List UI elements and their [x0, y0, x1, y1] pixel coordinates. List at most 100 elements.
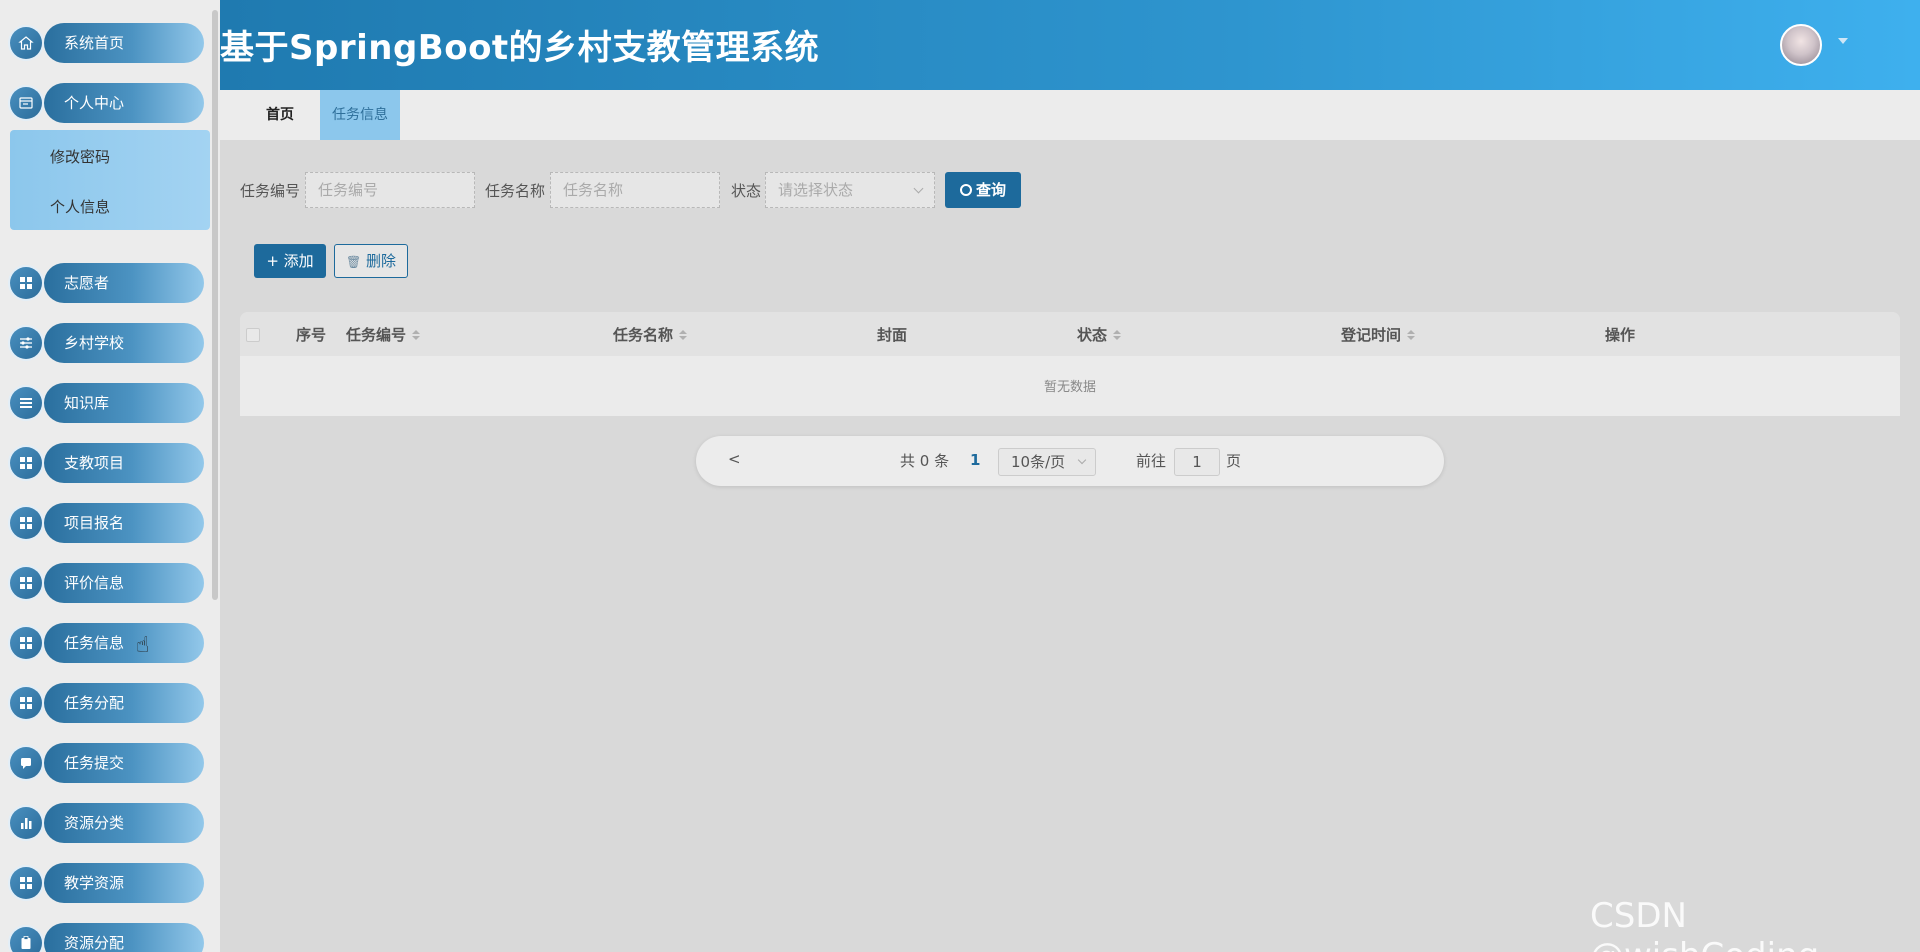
- chevron-down-icon: [1077, 455, 1087, 465]
- sidebar-item-label: 教学资源: [44, 863, 204, 903]
- column-header-label: 操作: [1605, 326, 1636, 344]
- sort-icon[interactable]: [412, 329, 421, 342]
- sort-icon[interactable]: [679, 329, 688, 342]
- sidebar-item-schools[interactable]: 乡村学校: [10, 322, 204, 363]
- sidebar-item-label: 系统首页: [44, 23, 204, 63]
- column-header-label: 任务编号: [346, 326, 407, 344]
- tab-task-info[interactable]: 任务信息: [320, 90, 400, 140]
- table-header: 序号 任务编号 任务名称 封面 状态 登记时间 操作: [240, 312, 1900, 356]
- profile-submenu: 修改密码 个人信息: [10, 130, 210, 230]
- sidebar-item-label: 志愿者: [44, 263, 204, 303]
- goto-page-input[interactable]: 1: [1174, 448, 1220, 476]
- watermark: CSDN @wishCoding: [1590, 896, 1819, 952]
- column-header-label: 序号: [296, 326, 327, 344]
- column-header-task-code[interactable]: 任务编号: [346, 324, 421, 345]
- sidebar-item-label: 任务信息: [44, 623, 204, 663]
- sort-icon[interactable]: [1113, 329, 1122, 342]
- search-icon: [959, 184, 972, 196]
- grid-icon: [10, 687, 42, 719]
- sidebar-item-label: 资源分配: [44, 923, 204, 952]
- page-number-current[interactable]: 1: [970, 451, 980, 469]
- delete-button[interactable]: 🗑 删除: [334, 244, 408, 278]
- chevron-down-icon: [913, 183, 924, 194]
- sidebar-item-profile[interactable]: 个人中心: [10, 82, 204, 123]
- column-header-label: 状态: [1077, 326, 1108, 344]
- sidebar-item-label: 评价信息: [44, 563, 204, 603]
- sidebar-item-home[interactable]: 系统首页: [10, 22, 204, 63]
- sidebar-scrollbar[interactable]: [212, 10, 218, 600]
- sidebar-item-resource-assign[interactable]: 资源分配: [10, 922, 204, 952]
- hand-cursor-icon: ☝: [136, 633, 150, 658]
- trash-icon: 🗑: [345, 255, 362, 269]
- sidebar-item-tasks[interactable]: 任务信息: [10, 622, 204, 663]
- column-header-status[interactable]: 状态: [1077, 324, 1122, 345]
- sidebar-item-label: 项目报名: [44, 503, 204, 543]
- sidebar-item-projects[interactable]: 支教项目: [10, 442, 204, 483]
- submenu-item-change-password[interactable]: 修改密码: [50, 146, 110, 167]
- tab-home[interactable]: 首页: [240, 90, 320, 140]
- sidebar-item-volunteers[interactable]: 志愿者: [10, 262, 204, 303]
- select-all-checkbox[interactable]: [246, 328, 260, 342]
- task-name-input[interactable]: 任务名称: [550, 172, 720, 208]
- status-label: 状态: [731, 182, 762, 200]
- add-button-label: 添加: [283, 252, 314, 270]
- plus-icon: +: [266, 252, 279, 270]
- delete-button-label: 删除: [366, 252, 397, 270]
- column-header-label: 任务名称: [613, 326, 674, 344]
- prev-page-button[interactable]: <: [728, 450, 741, 468]
- bar-chart-icon: [10, 807, 42, 839]
- column-header-index: 序号: [296, 324, 326, 345]
- task-code-label: 任务编号: [240, 182, 301, 200]
- goto-label: 前往: [1136, 452, 1167, 470]
- query-button-label: 查询: [975, 181, 1006, 199]
- empty-state-text: 暂无数据: [1043, 380, 1096, 395]
- column-header-created[interactable]: 登记时间: [1341, 324, 1416, 345]
- sidebar-item-resource-category[interactable]: 资源分类: [10, 802, 204, 843]
- sliders-icon: [10, 327, 42, 359]
- sidebar-item-task-submit[interactable]: 任务提交: [10, 742, 204, 783]
- task-code-input[interactable]: 任务编号: [305, 172, 475, 208]
- grid-icon: [10, 507, 42, 539]
- sidebar-item-registration[interactable]: 项目报名: [10, 502, 204, 543]
- grid-icon: [10, 447, 42, 479]
- header: 基于SpringBoot的乡村支教管理系统: [220, 0, 1920, 90]
- app-title: 基于SpringBoot的乡村支教管理系统: [220, 28, 820, 68]
- pagination: < 共 0 条 1 10条/页 前往 1 页: [696, 436, 1444, 486]
- status-select[interactable]: 请选择状态: [765, 172, 935, 208]
- goto-unit-label: 页: [1226, 452, 1242, 470]
- grid-icon: [10, 867, 42, 899]
- submenu-item-personal-info[interactable]: 个人信息: [50, 196, 110, 217]
- column-header-actions: 操作: [1605, 324, 1635, 345]
- page-size-value: 10条/页: [1011, 453, 1066, 471]
- column-header-label: 封面: [877, 326, 908, 344]
- grid-icon: [10, 567, 42, 599]
- status-select-placeholder: 请选择状态: [778, 181, 854, 199]
- chevron-down-icon[interactable]: [1838, 38, 1848, 44]
- column-header-label: 登记时间: [1341, 326, 1402, 344]
- profile-icon: [10, 87, 42, 119]
- query-button[interactable]: 查询: [945, 172, 1021, 208]
- total-count: 共 0 条: [900, 452, 950, 470]
- sort-icon[interactable]: [1407, 329, 1416, 342]
- sidebar-item-label: 个人中心: [44, 83, 204, 123]
- add-button[interactable]: + 添加: [254, 244, 326, 278]
- list-icon: [10, 387, 42, 419]
- grid-icon: [10, 627, 42, 659]
- sidebar-item-task-assign[interactable]: 任务分配: [10, 682, 204, 723]
- tab-bar: 首页 任务信息: [220, 90, 1920, 140]
- sidebar-item-teaching-resources[interactable]: 教学资源: [10, 862, 204, 903]
- page-size-select[interactable]: 10条/页: [998, 448, 1096, 476]
- clipboard-icon: [10, 927, 42, 952]
- sidebar-item-knowledge[interactable]: 知识库: [10, 382, 204, 423]
- avatar[interactable]: [1780, 24, 1822, 66]
- sidebar-item-label: 资源分类: [44, 803, 204, 843]
- sidebar-item-reviews[interactable]: 评价信息: [10, 562, 204, 603]
- column-header-task-name[interactable]: 任务名称: [613, 324, 688, 345]
- sidebar-item-label: 知识库: [44, 383, 204, 423]
- task-name-label: 任务名称: [485, 182, 546, 200]
- sidebar-item-label: 乡村学校: [44, 323, 204, 363]
- sidebar-item-label: 任务分配: [44, 683, 204, 723]
- sidebar: 系统首页 个人中心 修改密码 个人信息 志愿者 乡村学校 知识库 支教项目 项目…: [0, 0, 220, 952]
- grid-icon: [10, 267, 42, 299]
- column-header-cover: 封面: [877, 324, 907, 345]
